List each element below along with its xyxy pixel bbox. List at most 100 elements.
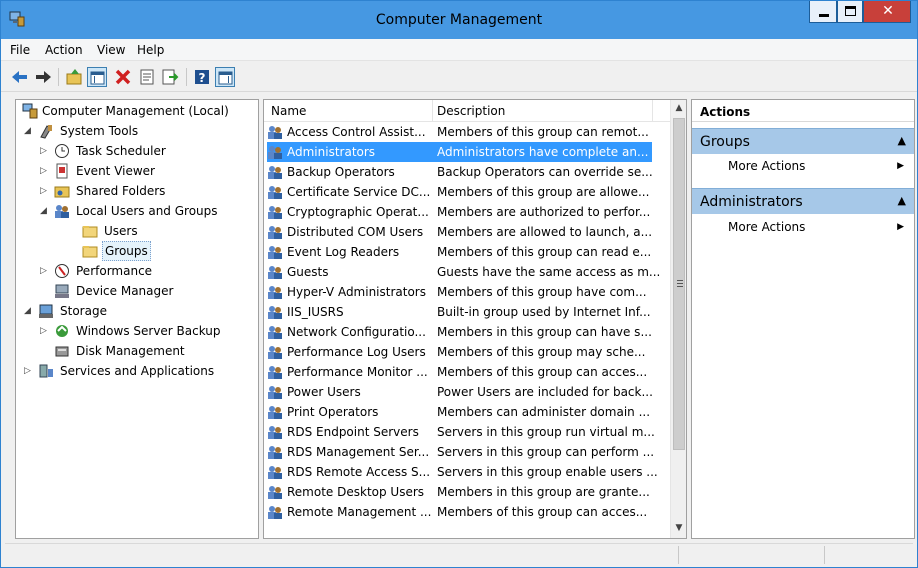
actions-section-label: Administrators — [700, 194, 803, 210]
users-group-icon — [54, 203, 70, 219]
properties-icon — [140, 69, 154, 85]
folder-icon — [82, 223, 98, 239]
scroll-down-arrow-icon[interactable]: ▼ — [671, 520, 686, 537]
group-row[interactable]: Print Operators Members can administer do… — [264, 402, 672, 422]
group-row[interactable]: Remote Management ... Members of this gro… — [264, 502, 672, 522]
delete-x-icon — [115, 69, 131, 85]
collapse-up-triangle-icon[interactable]: ▲ — [898, 194, 906, 207]
column-header-description[interactable]: Description — [437, 104, 505, 118]
up-one-level-button[interactable] — [65, 67, 85, 87]
help-button[interactable]: ? — [192, 67, 212, 87]
console-tree-pane[interactable]: Computer Management (Local) ◢ System Too… — [15, 99, 259, 539]
group-row[interactable]: IIS_IUSRS Built-in group used by Internet… — [264, 302, 672, 322]
group-row[interactable]: Event Log Readers Members of this group c… — [264, 242, 672, 262]
minimize-button[interactable] — [809, 1, 837, 23]
group-icon — [267, 124, 283, 140]
actions-pane: Actions Groups ▲ More Actions ▶ Administ… — [691, 99, 915, 539]
group-row[interactable]: Performance Monitor ... Members of this g… — [264, 362, 672, 382]
column-header-name[interactable]: Name — [271, 104, 306, 118]
maximize-icon — [845, 6, 856, 16]
group-row[interactable]: Power Users Power Users are included for … — [264, 382, 672, 402]
delete-button[interactable] — [113, 67, 133, 87]
forward-button[interactable] — [33, 67, 53, 87]
more-actions-label: More Actions — [728, 220, 806, 234]
scroll-up-arrow-icon[interactable]: ▲ — [671, 100, 686, 117]
group-row[interactable]: Cryptographic Operat... Members are autho… — [264, 202, 672, 222]
group-row[interactable]: Hyper-V Administrators Members of this gr… — [264, 282, 672, 302]
show-hide-console-tree-button[interactable] — [87, 67, 107, 87]
scroll-grip — [677, 283, 683, 284]
expand-triangle-icon[interactable]: ▷ — [24, 361, 34, 381]
actions-section-administrators[interactable]: Administrators ▲ — [692, 188, 914, 214]
close-button[interactable]: ✕ — [863, 1, 911, 23]
svg-text:?: ? — [199, 71, 206, 85]
more-actions-administrators[interactable]: More Actions ▶ — [728, 217, 908, 237]
group-description: Members of this group have com... — [437, 285, 647, 299]
title-bar[interactable]: Computer Management ✕ — [1, 1, 917, 39]
group-row[interactable]: Network Configuratio... Members in this g… — [264, 322, 672, 342]
collapse-triangle-icon[interactable]: ◢ — [24, 301, 34, 321]
backup-icon — [54, 323, 70, 339]
menu-help[interactable]: Help — [137, 43, 164, 57]
group-row[interactable]: Access Control Assist... Members of this … — [264, 122, 672, 142]
collapse-triangle-icon[interactable]: ◢ — [24, 121, 34, 141]
menu-action[interactable]: Action — [45, 43, 83, 57]
group-icon — [267, 264, 283, 280]
group-row[interactable]: RDS Remote Access S... Servers in this gr… — [264, 462, 672, 482]
back-button[interactable] — [10, 67, 30, 87]
more-actions-groups[interactable]: More Actions ▶ — [728, 156, 908, 176]
more-actions-label: More Actions — [728, 159, 806, 173]
console-tree-icon — [90, 71, 105, 85]
group-icon — [267, 504, 283, 520]
group-icon — [267, 164, 283, 180]
groups-list-pane[interactable]: Name Description Access Control Assist..… — [263, 99, 687, 539]
group-icon — [267, 404, 283, 420]
actions-title: Actions — [692, 100, 914, 122]
collapse-up-triangle-icon[interactable]: ▲ — [898, 134, 906, 147]
group-name: Event Log Readers — [287, 245, 400, 259]
actions-section-groups[interactable]: Groups ▲ — [692, 128, 914, 154]
group-row[interactable]: Administrators Administrators have comple… — [267, 142, 652, 162]
group-icon — [267, 464, 283, 480]
status-bar — [5, 543, 913, 565]
group-description: Members are allowed to launch, a... — [437, 225, 653, 239]
group-row[interactable]: Backup Operators Backup Operators can ove… — [264, 162, 672, 182]
scroll-thumb[interactable] — [673, 118, 685, 450]
expand-triangle-icon[interactable]: ▷ — [40, 261, 50, 281]
group-row[interactable]: Guests Guests have the same access as m..… — [264, 262, 672, 282]
group-row[interactable]: Certificate Service DC... Members of this… — [264, 182, 672, 202]
disk-management-icon — [54, 343, 70, 359]
expand-triangle-icon[interactable]: ▷ — [40, 181, 50, 201]
group-row[interactable]: RDS Endpoint Servers Servers in this grou… — [264, 422, 672, 442]
computer-management-icon — [22, 103, 38, 119]
group-name: Remote Desktop Users — [287, 485, 425, 499]
group-description: Members are authorized to perfor... — [437, 205, 651, 219]
column-divider[interactable] — [432, 100, 433, 122]
status-bar-segment — [824, 546, 912, 564]
column-divider[interactable] — [652, 100, 653, 122]
export-list-button[interactable] — [160, 67, 180, 87]
group-row[interactable]: RDS Management Ser... Servers in this gro… — [264, 442, 672, 462]
group-icon — [267, 384, 283, 400]
group-description: Built-in group used by Internet Inf... — [437, 305, 651, 319]
expand-triangle-icon[interactable]: ▷ — [40, 321, 50, 341]
group-name: Cryptographic Operat... — [287, 205, 429, 219]
maximize-button[interactable] — [837, 1, 863, 23]
collapse-triangle-icon[interactable]: ◢ — [40, 201, 50, 221]
group-row[interactable]: Remote Desktop Users Members in this grou… — [264, 482, 672, 502]
menu-file[interactable]: File — [10, 43, 30, 57]
group-icon — [267, 284, 283, 300]
folder-up-icon — [66, 69, 82, 85]
group-name: Backup Operators — [287, 165, 395, 179]
list-vertical-scrollbar[interactable]: ▲ ▼ — [670, 100, 686, 538]
menu-view[interactable]: View — [97, 43, 125, 57]
group-description: Servers in this group run virtual m... — [437, 425, 655, 439]
group-row[interactable]: Performance Log Users Members of this gro… — [264, 342, 672, 362]
minimize-icon — [819, 14, 829, 17]
group-name: Access Control Assist... — [287, 125, 426, 139]
properties-button[interactable] — [137, 67, 157, 87]
expand-triangle-icon[interactable]: ▷ — [40, 161, 50, 181]
group-row[interactable]: Distributed COM Users Members are allowed… — [264, 222, 672, 242]
show-hide-action-pane-button[interactable] — [215, 67, 235, 87]
expand-triangle-icon[interactable]: ▷ — [40, 141, 50, 161]
